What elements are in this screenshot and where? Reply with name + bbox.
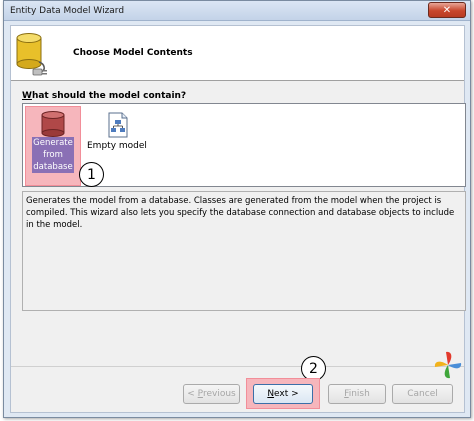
footer-divider [11, 366, 464, 367]
pinwheel-logo-icon [434, 351, 462, 379]
label-line: database [33, 162, 73, 172]
wizard-header: Choose Model Contents [11, 26, 464, 81]
previous-button[interactable]: < Previous [183, 384, 240, 404]
choice-label: Empty model [87, 141, 147, 151]
button-text: ext > [274, 389, 299, 399]
question-text: hat should the model contain? [31, 91, 187, 101]
database-icon [41, 111, 65, 137]
database-plug-icon [16, 33, 47, 76]
finish-button[interactable]: Finish [328, 384, 386, 404]
wizard-window: Entity Data Model Wizard ✕ Choose Model … [3, 0, 471, 418]
wizard-content: Choose Model Contents What should the mo… [10, 25, 466, 413]
choice-empty-model[interactable]: Empty model [83, 106, 163, 166]
close-button[interactable]: ✕ [428, 2, 466, 18]
model-choice-list: Generate from database Empty model 1 [22, 103, 466, 187]
label-line: from [43, 150, 63, 160]
button-text: revious [202, 389, 236, 399]
access-key: W [22, 91, 32, 101]
window-title: Entity Data Model Wizard [10, 6, 125, 16]
empty-model-icon [108, 112, 128, 138]
button-text: < [187, 389, 198, 399]
close-icon: ✕ [442, 4, 452, 16]
label-line: Generate [33, 138, 73, 148]
cancel-button[interactable]: Cancel [392, 384, 453, 404]
choice-label: Generate from database [32, 137, 74, 173]
step-1-callout: 1 [79, 162, 104, 187]
title-bar[interactable]: Entity Data Model Wizard ✕ [4, 1, 470, 21]
choice-generate-from-database[interactable]: Generate from database [25, 106, 81, 186]
page-title: Choose Model Contents [73, 48, 193, 58]
next-button[interactable]: Next > [253, 384, 313, 404]
button-text: inish [348, 389, 370, 399]
choice-description: Generates the model from a database. Cla… [22, 191, 466, 311]
model-contents-label: What should the model contain? [22, 91, 186, 101]
